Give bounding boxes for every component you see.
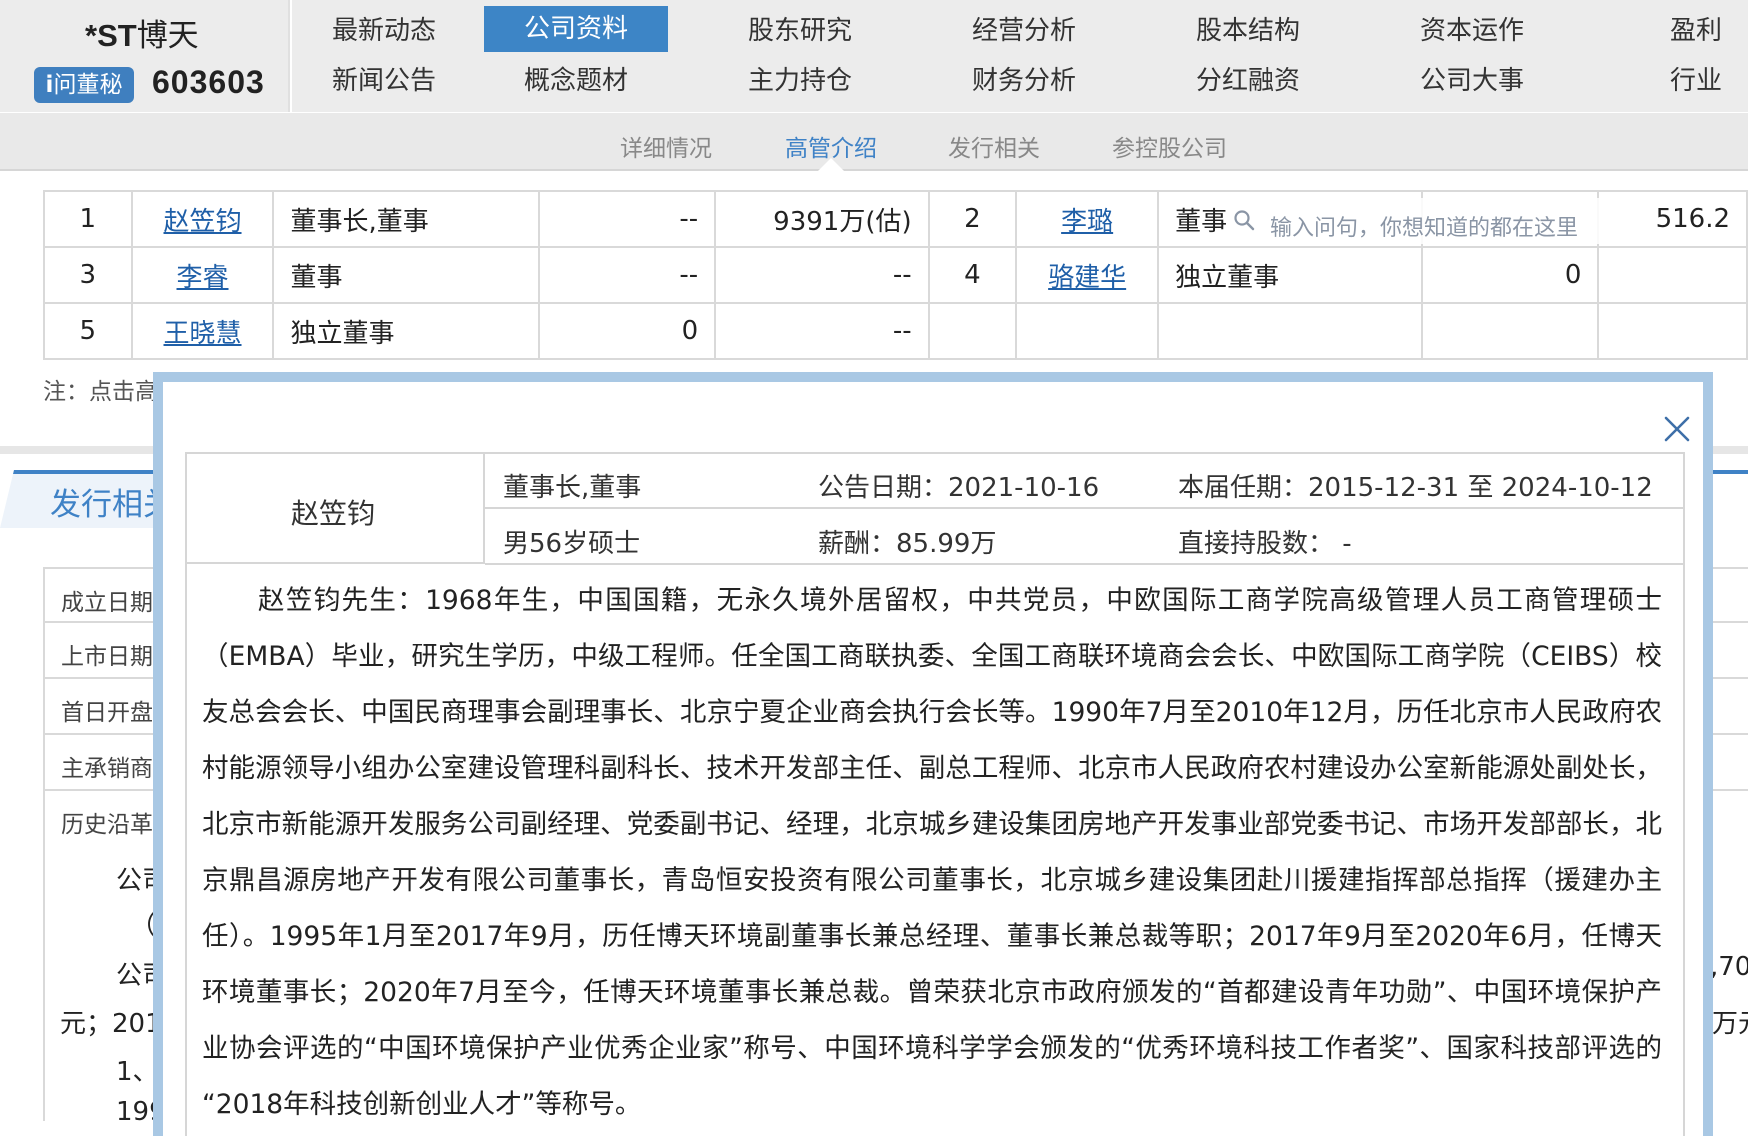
nav-main-holdings[interactable]: 主力持仓 [708, 58, 892, 104]
executive-pay: -- [714, 246, 930, 304]
nav-capital-operation[interactable]: 资本运作 [1380, 8, 1564, 54]
nav-latest-news[interactable]: 最新动态 [292, 8, 476, 54]
executive-name-link[interactable]: 骆建华 [1048, 263, 1126, 293]
direct-shareholding: 直接持股数： - [1178, 529, 1352, 559]
subnav-subsidiaries[interactable]: 参控股公司 [1112, 129, 1227, 163]
executive-name-link[interactable]: 赵笠钧 [164, 207, 242, 237]
nav-profit[interactable]: 盈利 [1604, 8, 1748, 54]
subnav-issuance[interactable]: 发行相关 [948, 129, 1040, 163]
stock-code: 603603 [152, 64, 265, 100]
history-fragment-right: 万元 [1712, 1009, 1748, 1039]
stock-name: *ST博天 [85, 18, 199, 54]
active-tab-caret [818, 158, 844, 171]
executive-name-cell [1015, 302, 1160, 360]
row-number: 2 [927, 190, 1018, 248]
executive-title: 独立董事 [272, 302, 540, 360]
row-number: 3 [43, 246, 133, 304]
row-number [927, 302, 1018, 360]
nav-concept-themes[interactable]: 概念题材 [484, 58, 668, 104]
nav-operation-analysis[interactable]: 经营分析 [932, 8, 1116, 54]
row-number: 5 [43, 302, 133, 360]
executive-name-cell: 王晓慧 [130, 302, 275, 360]
executive-profile: 男56岁硕士 [503, 529, 641, 559]
field-label: 成立日期 [61, 590, 153, 616]
executive-holdings [1421, 302, 1600, 360]
nav-company-info[interactable]: 公司资料 [484, 6, 668, 52]
executive-title [1157, 302, 1424, 360]
field-label: 首日开盘 [61, 700, 153, 726]
executive-pay: -- [714, 302, 930, 360]
stock-header: *ST博天 i问董秘 603603 [0, 0, 290, 112]
announce-date: 公告日期：2021-10-16 [818, 473, 1100, 503]
executive-name-link[interactable]: 李睿 [177, 263, 229, 293]
row-number: 4 [927, 246, 1018, 304]
close-icon[interactable] [1660, 412, 1694, 446]
field-label: 主承销商 [61, 756, 153, 782]
executive-holdings: -- [537, 190, 717, 248]
nav-dividend-financing[interactable]: 分红融资 [1156, 58, 1340, 104]
executive-salary: 薪酬：85.99万 [818, 529, 997, 559]
executive-name-link[interactable]: 李璐 [1061, 207, 1113, 237]
search-placeholder: 输入问句，你想知道的都在这里 [1270, 216, 1579, 241]
executive-holdings: 0 [537, 302, 717, 360]
executive-title: 董事 [272, 246, 540, 304]
table-row: 3 李睿 董事 -- -- 4 骆建华 独立董事 0 [43, 246, 1748, 304]
subnav-details[interactable]: 详细情况 [620, 129, 712, 163]
nav-news-announcements[interactable]: 新闻公告 [292, 58, 476, 104]
executive-holdings: -- [537, 246, 717, 304]
executive-biography: 赵笠钧先生：1968年生，中国国籍，无永久境外居留权，中共党员，中欧国际工商学院… [202, 585, 1662, 1120]
ask-secretary-button[interactable]: i问董秘 [34, 67, 134, 103]
executive-name-link[interactable]: 王晓慧 [164, 319, 242, 349]
nav-shareholder-research[interactable]: 股东研究 [708, 8, 892, 54]
executive-title: 董事长,董事 [272, 190, 540, 248]
main-nav: 最新动态 公司资料 股东研究 经营分析 股本结构 资本运作 盈利 新闻公告 概念… [292, 0, 1748, 112]
executive-name-cell: 赵笠钧 [130, 190, 275, 248]
executive-pay [1597, 302, 1748, 360]
executive-holdings: 0 [1421, 246, 1600, 304]
table-note: 注：点击高 [43, 379, 158, 405]
executive-name-cell: 李睿 [130, 246, 275, 304]
field-label: 上市日期 [61, 644, 153, 670]
executive-title: 独立董事 [1157, 246, 1424, 304]
executive-name-cell: 李璐 [1015, 190, 1160, 248]
nav-equity-structure[interactable]: 股本结构 [1156, 8, 1340, 54]
nav-company-events[interactable]: 公司大事 [1380, 58, 1564, 104]
nav-industry[interactable]: 行业 [1604, 58, 1748, 104]
executive-position: 董事长,董事 [503, 473, 642, 503]
history-fragment-right: ,70 [1710, 952, 1748, 982]
executive-name: 赵笠钧 [291, 497, 376, 530]
table-row: 5 王晓慧 独立董事 0 -- [43, 302, 1748, 360]
detail-divider [485, 563, 1685, 565]
history-fragment: 元；201 [60, 1009, 162, 1039]
nav-financial-analysis[interactable]: 财务分析 [932, 58, 1116, 104]
question-search-box[interactable]: 输入问句，你想知道的都在这里 [1232, 198, 1622, 244]
executive-name-block: 赵笠钧 [185, 452, 485, 564]
sub-nav: 详细情况 高管介绍 发行相关 参控股公司 [0, 113, 1748, 171]
field-label: 历史沿革 [61, 812, 153, 838]
search-icon [1234, 210, 1255, 231]
executive-pay [1597, 246, 1748, 304]
executive-name-cell: 骆建华 [1015, 246, 1160, 304]
term-of-office: 本届任期：2015-12-31 至 2024-10-12 [1178, 473, 1653, 503]
executive-pay: 9391万(估) [714, 190, 930, 248]
detail-divider [485, 507, 1685, 509]
row-number: 1 [43, 190, 133, 248]
